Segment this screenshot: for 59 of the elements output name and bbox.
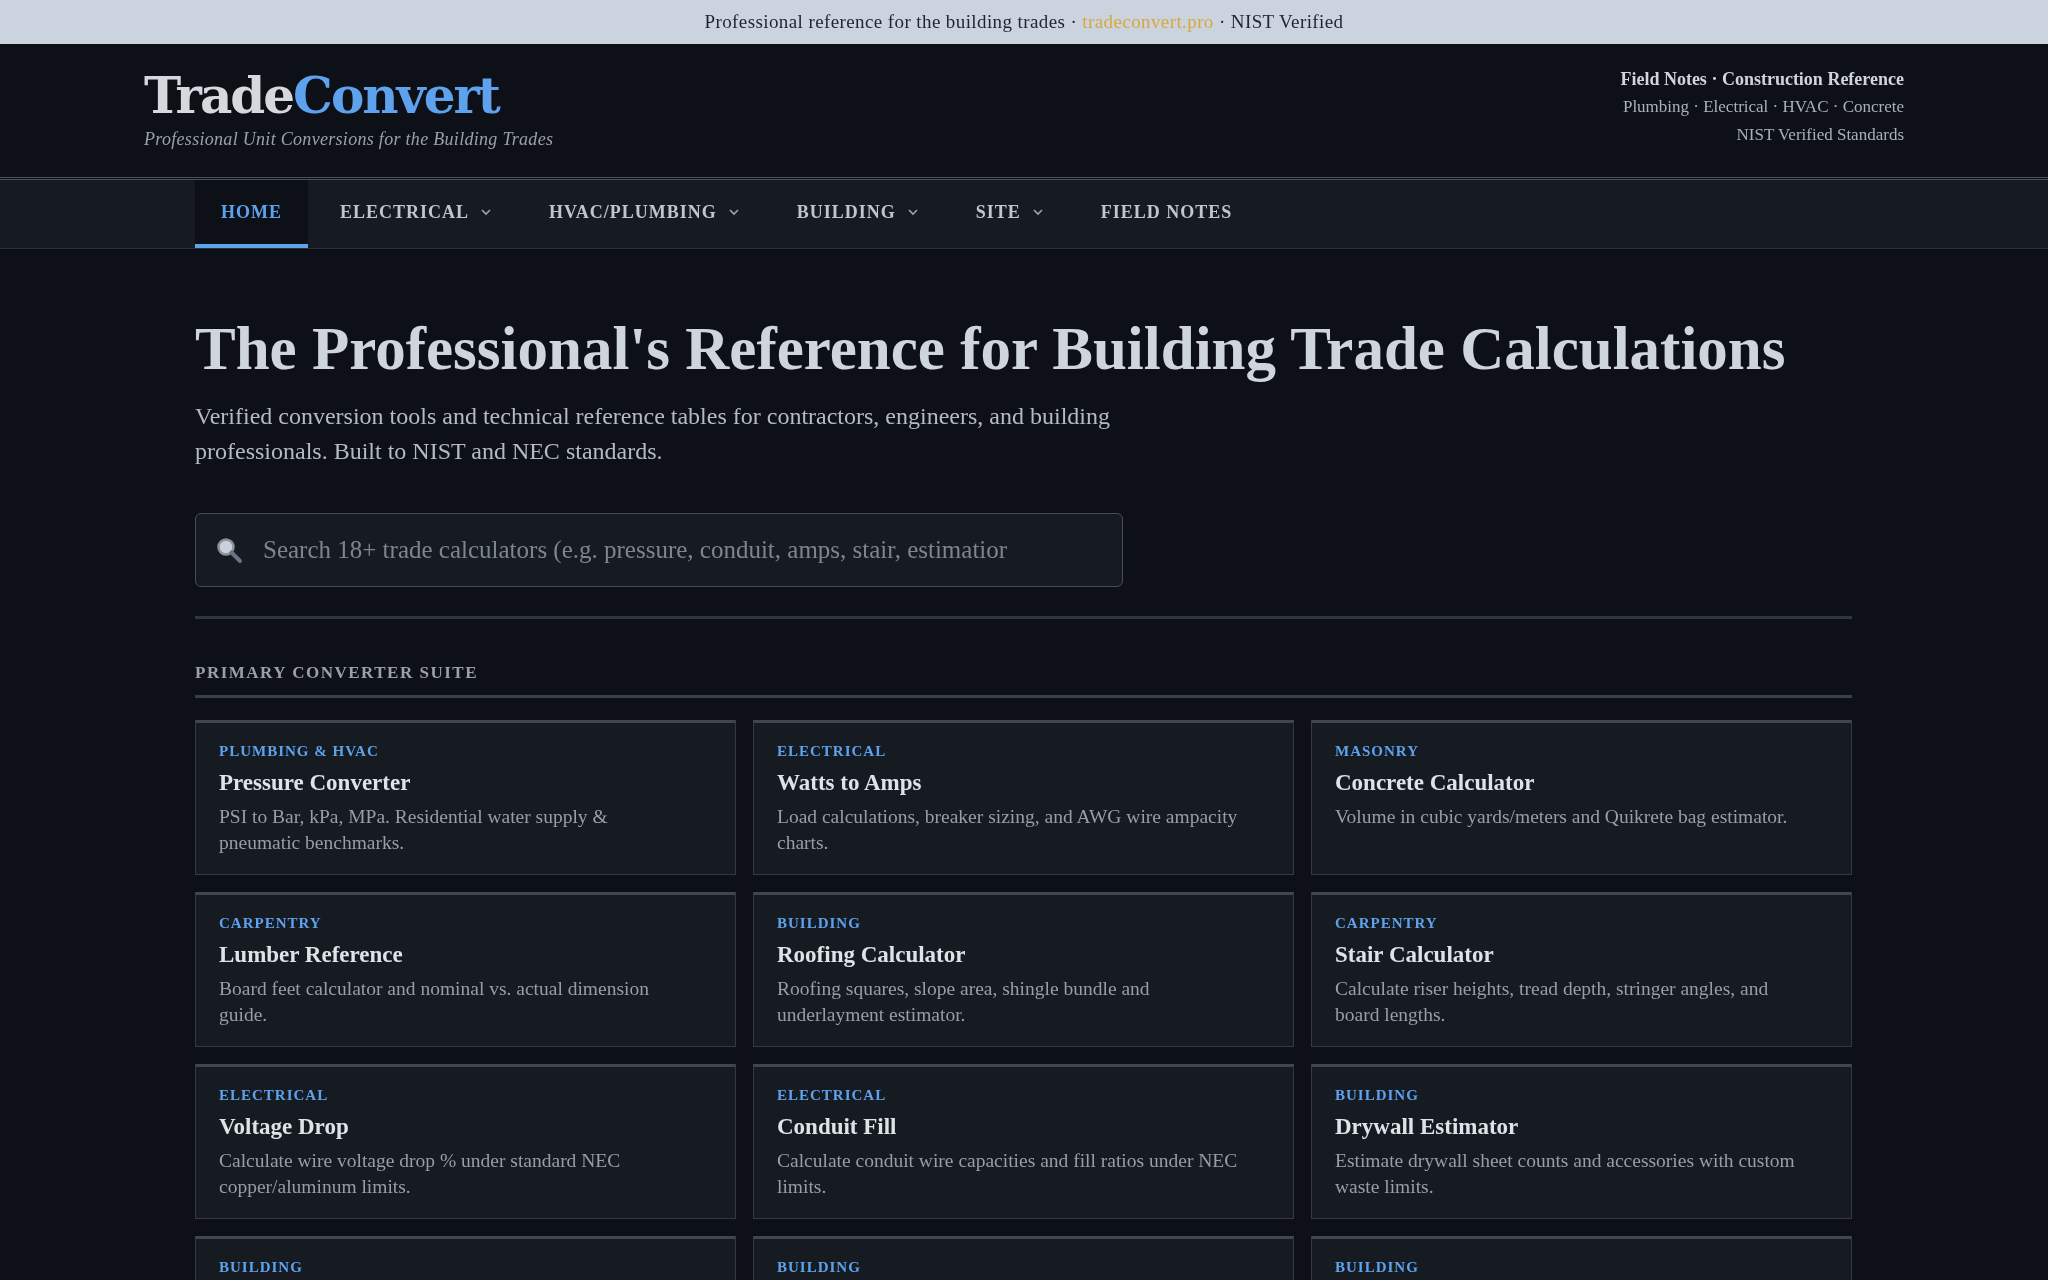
card-title: Drywall Estimator: [1335, 1114, 1520, 1141]
calculator-card[interactable]: MASONRY Concrete Calculator Volume in cubic yards/meters and Quikrete bag estimator.: [1311, 720, 1852, 876]
nav-tab[interactable]: FIELD NOTES: [1074, 180, 1259, 248]
nav-tab[interactable]: ELECTRICAL: [314, 180, 518, 248]
card-description: Volume in cubic yards/meters and Quikrete bag estimator.: [1335, 805, 1789, 830]
card-category: BUILDING: [777, 1259, 862, 1277]
calculator-card[interactable]: BUILDING Drywall Estimator Estimate drywall sheet counts and accessories with custom waste limits.: [1311, 1064, 1852, 1220]
calculator-card[interactable]: CARPENTRY Stair Calculator Calculate riser heights, tread depth, stringer angles, and board lengths.: [1311, 892, 1852, 1048]
nav-tab[interactable]: HVAC/PLUMBING: [523, 180, 765, 248]
calculator-card[interactable]: ELECTRICAL Voltage Drop Calculate wire voltage drop % under standard NEC copper/aluminum limits.: [195, 1064, 736, 1220]
nav-tab[interactable]: HOME: [195, 180, 308, 248]
card-category: ELECTRICAL: [219, 1087, 330, 1105]
tagline: Professional Unit Conversions for the Building Trades: [144, 129, 554, 150]
hero-title: The Professional's Reference for Building Trade Calculations: [195, 314, 1786, 384]
calculator-card[interactable]: CARPENTRY Lumber Reference Board feet calculator and nominal vs. actual dimension guide.: [195, 892, 736, 1048]
nav-tab[interactable]: SITE: [949, 180, 1069, 248]
card-title: Pressure Converter: [219, 770, 412, 797]
calculator-card[interactable]: BUILDING: [1311, 1236, 1852, 1280]
section-heading: PRIMARY CONVERTER SUITE: [195, 663, 1852, 699]
calculator-card[interactable]: BUILDING: [195, 1236, 736, 1280]
card-category: CARPENTRY: [219, 915, 323, 933]
calculator-card[interactable]: ELECTRICAL Conduit Fill Calculate conduit wire capacities and fill ratios under NEC limits.: [753, 1064, 1294, 1220]
card-category: CARPENTRY: [1335, 915, 1439, 933]
card-description: Roofing squares, slope area, shingle bundle and underlayment estimator.: [777, 977, 1151, 1028]
card-category: BUILDING: [1335, 1259, 1420, 1277]
card-category: BUILDING: [1335, 1087, 1420, 1105]
card-title: Conduit Fill: [777, 1114, 898, 1141]
search-field[interactable]: Search 18+ trade calculators (e.g. pressure, conduit, amps, stair, estimatior: [195, 513, 1123, 588]
card-category: PLUMBING & HVAC: [219, 743, 380, 761]
card-category: BUILDING: [777, 915, 862, 933]
card-description: PSI to Bar, kPa, MPa. Residential water supply & pneumatic benchmarks.: [219, 805, 609, 856]
card-category: BUILDING: [219, 1259, 304, 1277]
card-title: Watts to Amps: [777, 770, 923, 797]
card-category: MASONRY: [1335, 743, 1420, 761]
banner-text: Professional reference for the building trades · tradeconvert.pro · NIST Verified: [704, 11, 1344, 33]
card-title: Lumber Reference: [219, 942, 404, 969]
card-title: Concrete Calculator: [1335, 770, 1536, 797]
header-info: Field Notes · Construction Reference: [1620, 67, 1904, 91]
card-description: Calculate riser heights, tread depth, stringer angles, and board lengths.: [1335, 977, 1770, 1028]
card-description: Board feet calculator and nominal vs. actual dimension guide.: [219, 977, 650, 1028]
calculator-card[interactable]: PLUMBING & HVAC Pressure Converter PSI to Bar, kPa, MPa. Residential water supply & pneumatic benchmarks.: [195, 720, 736, 876]
card-title: Roofing Calculator: [777, 942, 967, 969]
calculator-card[interactable]: BUILDING Roofing Calculator Roofing squares, slope area, shingle bundle and underlayment estimator.: [753, 892, 1294, 1048]
card-title: Voltage Drop: [219, 1114, 350, 1141]
card-description: Estimate drywall sheet counts and accessories with custom waste limits.: [1335, 1149, 1796, 1200]
card-category: ELECTRICAL: [777, 743, 888, 761]
card-description: Calculate wire voltage drop % under standard NEC copper/aluminum limits.: [219, 1149, 622, 1200]
header-info: NIST Verified Standards: [1735, 123, 1904, 146]
card-category: ELECTRICAL: [777, 1087, 888, 1105]
logo[interactable]: TradeConvert: [144, 71, 554, 121]
hero-subtitle: Verified conversion tools and technical reference tables for contractors, engineers, and building professionals. Built to NIST and NEC standards.: [195, 402, 1111, 467]
card-description: Load calculations, breaker sizing, and AWG wire ampacity charts.: [777, 805, 1239, 856]
card-title: Stair Calculator: [1335, 942, 1495, 969]
header-info: Plumbing · Electrical · HVAC · Concrete: [1621, 95, 1904, 118]
calculator-card[interactable]: ELECTRICAL Watts to Amps Load calculations, breaker sizing, and AWG wire ampacity charts.: [753, 720, 1294, 876]
card-description: Calculate conduit wire capacities and fill ratios under NEC limits.: [777, 1149, 1239, 1200]
search-icon: [215, 536, 243, 565]
calculator-card[interactable]: BUILDING: [753, 1236, 1294, 1280]
nav-tab[interactable]: BUILDING: [770, 180, 944, 248]
